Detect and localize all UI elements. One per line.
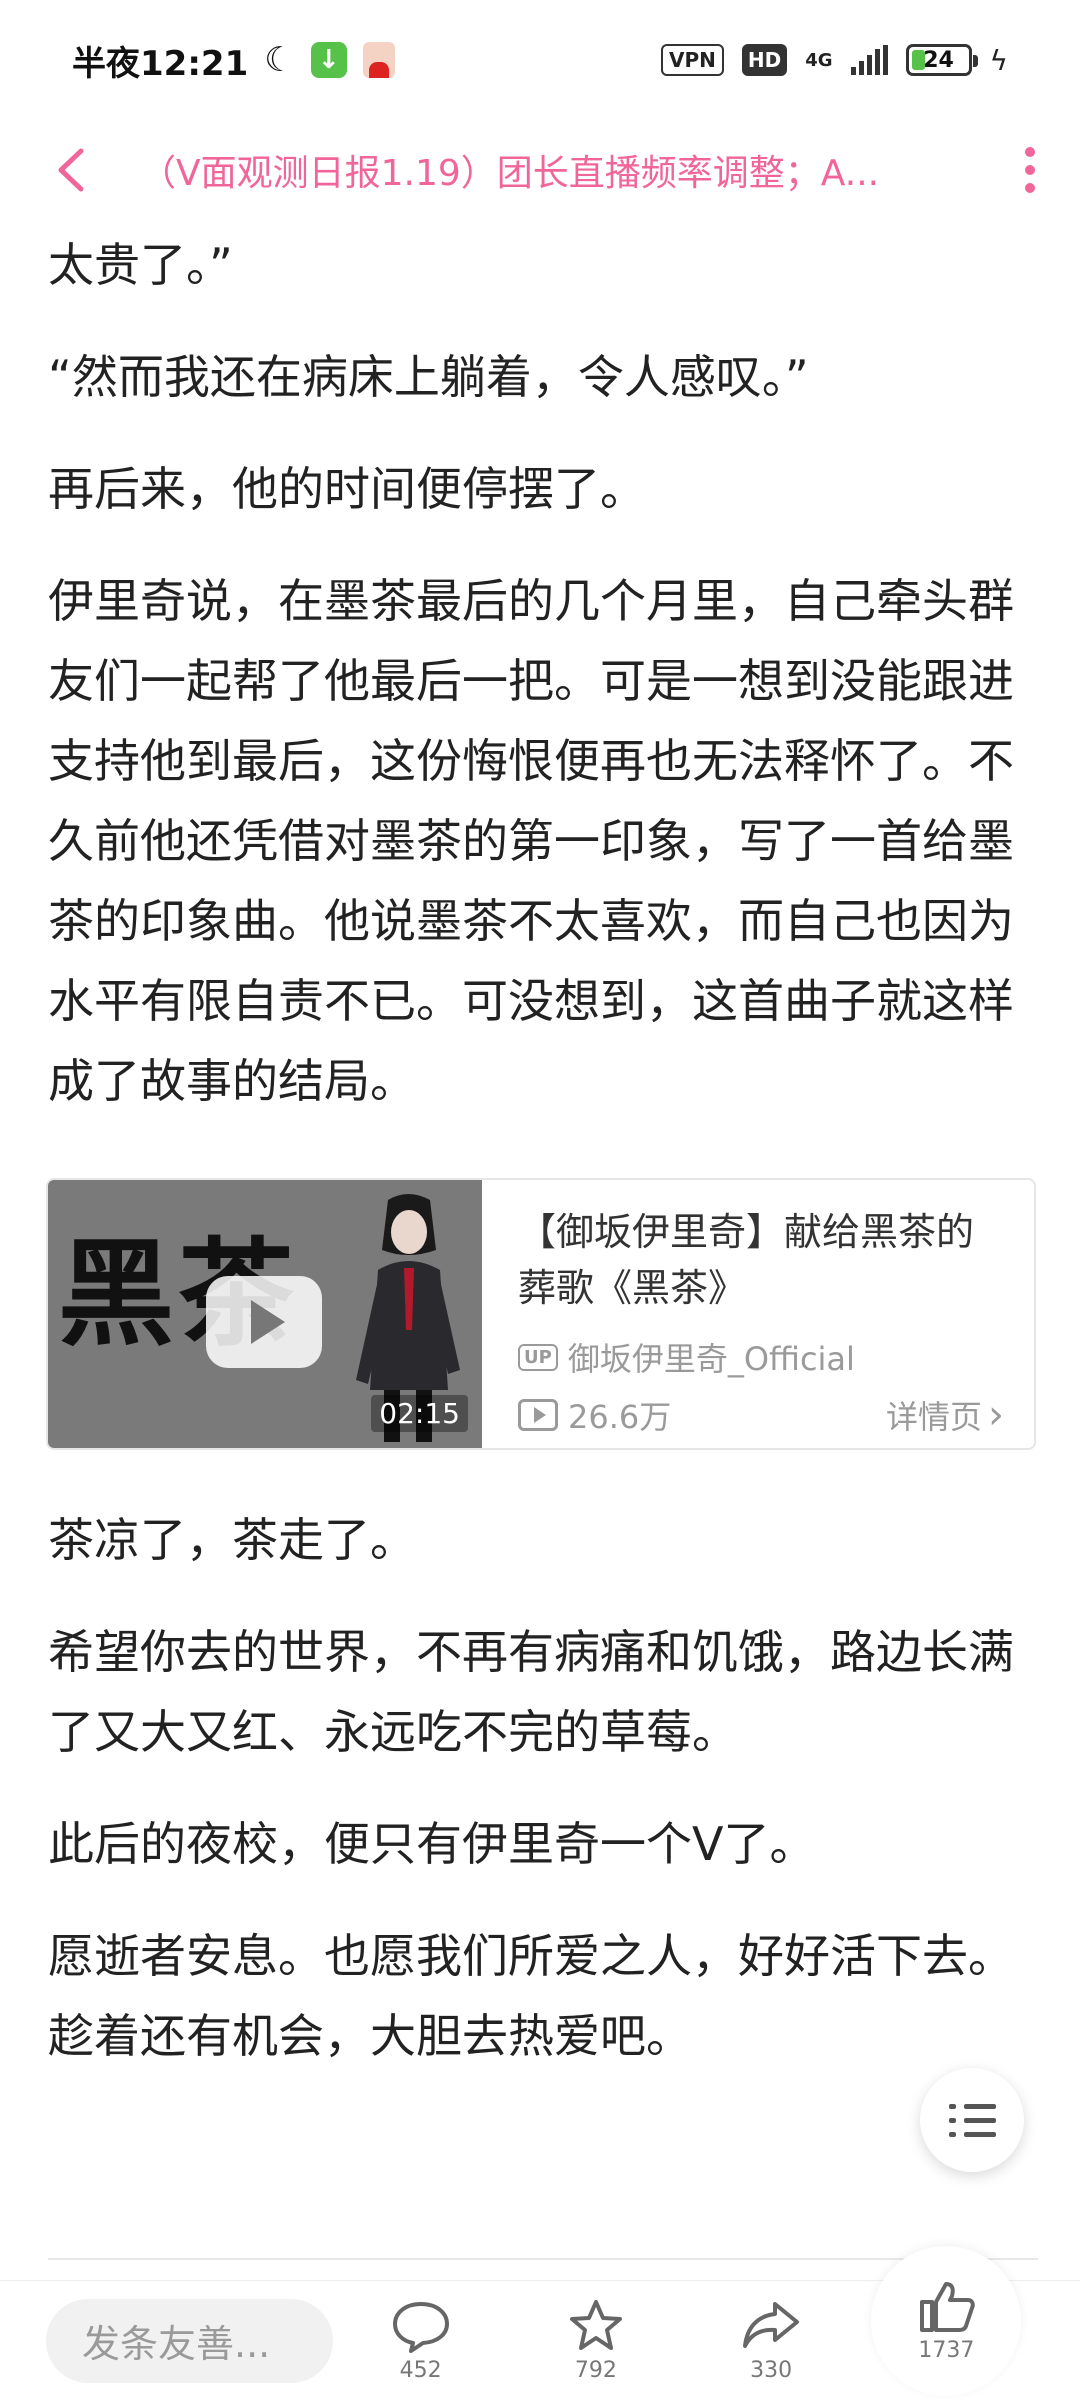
article-body-top: 太贵了。” “然而我还在病床上躺着，令人感叹。” 再后来，他的时间便停摆了。 伊… xyxy=(48,225,1038,1153)
video-info: 【御坂伊里奇】献给黑茶的葬歌《黑茶》 UP 御坂伊里奇_Official 26.… xyxy=(482,1180,1034,1448)
comment-input[interactable]: 发条友善... xyxy=(46,2298,333,2383)
charging-icon: ϟ xyxy=(989,43,1008,77)
app-notification-icon xyxy=(362,42,395,78)
table-of-contents-button[interactable] xyxy=(920,2068,1024,2172)
hd-icon: HD xyxy=(741,44,788,76)
paragraph: 茶凉了，茶走了。 xyxy=(48,1513,416,1567)
favorite-button[interactable]: 792 xyxy=(508,2298,683,2383)
embedded-video-card[interactable]: 黑茶 02:15 【御坂伊里奇】献给黑茶的葬歌《黑茶》 UP 御坂伊里奇_Off… xyxy=(46,1178,1036,1450)
status-left: 半夜12:21 ☾ ↓ xyxy=(72,36,395,85)
paragraph: 太贵了。” xyxy=(48,238,233,292)
article-header: （V面观测日报1.19）团长直播频率调整；A... xyxy=(0,120,1080,220)
details-label: 详情页 xyxy=(885,1398,982,1436)
paragraph: 伊里奇说，在墨茶最后的几个月里，自己牵头群友们一起帮了他最后一把。可是一想到没能… xyxy=(48,574,1014,1108)
battery-icon: 24 xyxy=(905,44,978,76)
favorites-count: 792 xyxy=(574,2358,617,2383)
like-button-circle: 1737 xyxy=(871,2245,1022,2396)
shares-count: 330 xyxy=(750,2358,793,2383)
video-title[interactable]: 【御坂伊里奇】献给黑茶的葬歌《黑茶》 xyxy=(518,1204,1004,1316)
play-count: 26.6万 xyxy=(568,1398,672,1436)
paragraph: 再后来，他的时间便停摆了。 xyxy=(48,462,646,516)
download-icon: ↓ xyxy=(310,42,347,78)
battery-level: 24 xyxy=(923,47,954,73)
status-right: VPN HD 4G 24 ϟ xyxy=(660,43,1008,77)
video-thumbnail[interactable]: 黑茶 02:15 xyxy=(48,1180,482,1448)
chevron-left-icon xyxy=(58,148,84,192)
paragraph: 此后的夜校，便只有伊里奇一个V了。 xyxy=(48,1817,816,1871)
star-icon xyxy=(569,2300,622,2350)
list-icon xyxy=(948,2103,996,2109)
thumbs-up-icon xyxy=(920,2282,976,2332)
up-badge-icon: UP xyxy=(518,1343,558,1371)
page-title: （V面观测日报1.19）团长直播频率调整；A... xyxy=(140,153,880,194)
paragraph: “然而我还在病床上躺着，令人感叹。” xyxy=(48,350,809,404)
video-meta: 26.6万 详情页 › xyxy=(518,1392,1004,1438)
divider xyxy=(48,2258,1038,2260)
back-button[interactable] xyxy=(0,120,140,220)
signal-icon xyxy=(850,45,888,75)
bottom-action-bar: 发条友善... 452 792 330 1737 xyxy=(0,2245,1080,2400)
status-bar: 半夜12:21 ☾ ↓ VPN HD 4G 24 ϟ xyxy=(0,0,1080,120)
video-duration: 02:15 xyxy=(371,1395,468,1432)
likes-count: 1737 xyxy=(918,2338,975,2363)
play-count-icon xyxy=(518,1399,558,1431)
paragraph: 愿逝者安息。也愿我们所爱之人，好好活下去。趁着还有机会，大胆去热爱吧。 xyxy=(48,1929,1014,2063)
chevron-right-icon: › xyxy=(988,1392,1004,1438)
comments-count: 452 xyxy=(399,2358,442,2383)
article-body-bottom: 茶凉了，茶走了。 希望你去的世界，不再有病痛和饥饿，路边长满了又大又红、永远吃不… xyxy=(48,1500,1038,2108)
more-dot-icon xyxy=(1025,165,1035,175)
comment-button[interactable]: 452 xyxy=(333,2298,508,2383)
more-options-button[interactable] xyxy=(980,120,1080,220)
share-arrow-icon xyxy=(743,2302,800,2348)
play-button[interactable] xyxy=(206,1276,322,1368)
details-link[interactable]: 详情页 › xyxy=(886,1392,1004,1438)
status-time: 半夜12:21 xyxy=(72,43,249,84)
moon-icon: ☾ xyxy=(264,40,295,80)
comment-bubble-icon xyxy=(392,2302,449,2353)
more-dot-icon xyxy=(1025,183,1035,193)
paragraph: 希望你去的世界，不再有病痛和饥饿，路边长满了又大又红、永远吃不完的草莓。 xyxy=(48,1625,1014,1759)
network-label: 4G xyxy=(805,49,833,71)
like-button[interactable]: 1737 xyxy=(859,2245,1034,2396)
author-name: 御坂伊里奇_Official xyxy=(567,1340,855,1378)
vpn-icon: VPN xyxy=(660,44,724,76)
more-dot-icon xyxy=(1025,147,1035,157)
share-button[interactable]: 330 xyxy=(683,2298,858,2383)
video-author: UP 御坂伊里奇_Official xyxy=(518,1334,1004,1380)
